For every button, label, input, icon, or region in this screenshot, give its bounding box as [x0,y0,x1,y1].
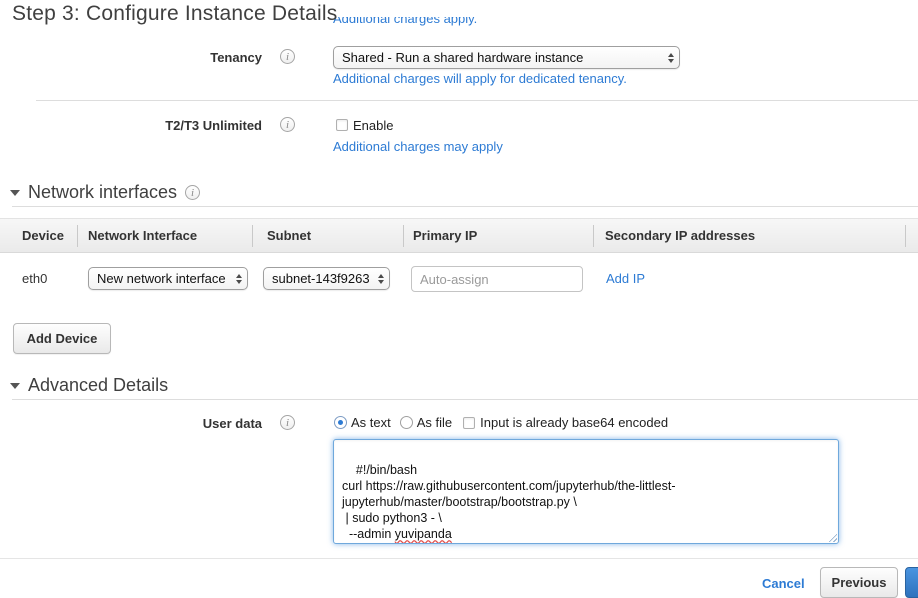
collapse-triangle-icon [10,190,20,196]
cancel-link[interactable]: Cancel [762,576,805,591]
tenancy-charges-link[interactable]: Additional charges will apply for dedica… [333,71,627,86]
network-interfaces-table-header: Device Network Interface Subnet Primary … [0,218,918,253]
as-file-label: As file [417,415,452,430]
advanced-details-title: Advanced Details [28,375,168,396]
review-and-launch-button[interactable] [905,567,918,598]
network-interfaces-header[interactable]: Network interfaces i [10,182,200,203]
previous-button[interactable]: Previous [820,567,898,598]
tenancy-select[interactable]: Shared - Run a shared hardware instance [333,46,680,69]
tenancy-info-icon[interactable]: i [280,49,295,64]
column-divider [905,225,906,247]
select-stepper-icon [378,274,384,284]
subnet-select-value: subnet-143f9263 [272,271,374,286]
add-ip-link[interactable]: Add IP [606,271,645,286]
base64-checkbox[interactable] [463,417,475,429]
t2t3-label: T2/T3 Unlimited [0,118,262,133]
additional-charges-apply-link[interactable]: Additional charges apply. [333,17,477,26]
user-data-textarea[interactable]: #!/bin/bash curl https://raw.githubuserc… [333,439,839,544]
as-text-radio[interactable] [334,416,347,429]
col-network-interface: Network Interface [88,228,197,243]
clipped-region: Additional charges apply. [333,17,477,30]
enable-checkbox-label: Enable [353,118,393,133]
configure-instance-page: Additional charges apply. Step 3: Config… [0,0,918,598]
divider [0,558,918,559]
col-device: Device [22,228,64,243]
column-divider [593,225,594,247]
divider [12,399,918,400]
advanced-details-header[interactable]: Advanced Details [10,375,168,396]
user-data-info-icon[interactable]: i [280,415,295,430]
collapse-triangle-icon [10,383,20,389]
user-data-misspelled-word: yuvipanda [395,527,452,541]
user-data-label: User data [0,416,262,431]
col-primary-ip: Primary IP [413,228,477,243]
tenancy-select-value: Shared - Run a shared hardware instance [342,50,664,65]
network-interface-select-value: New network interface [97,271,232,286]
add-device-button[interactable]: Add Device [13,323,111,354]
as-file-radio[interactable] [400,416,413,429]
column-divider [252,225,253,247]
device-cell: eth0 [22,271,47,286]
column-divider [403,225,404,247]
t2t3-info-icon[interactable]: i [280,117,295,132]
user-data-text: #!/bin/bash curl https://raw.githubuserc… [342,463,676,541]
col-subnet: Subnet [267,228,311,243]
col-secondary-ip: Secondary IP addresses [605,228,755,243]
network-interface-select[interactable]: New network interface [88,267,248,290]
subnet-select[interactable]: subnet-143f9263 [263,267,390,290]
network-interfaces-title: Network interfaces [28,182,177,203]
divider [36,100,918,101]
enable-checkbox[interactable] [336,119,348,131]
user-data-options: As text As file Input is already base64 … [334,415,668,430]
primary-ip-input[interactable] [411,266,583,292]
select-stepper-icon [236,274,242,284]
column-divider [77,225,78,247]
network-interfaces-info-icon[interactable]: i [185,185,200,200]
base64-label: Input is already base64 encoded [480,415,668,430]
as-text-label: As text [351,415,391,430]
page-title: Step 3: Configure Instance Details [12,2,337,26]
t2t3-charges-link[interactable]: Additional charges may apply [333,139,503,154]
tenancy-label: Tenancy [0,50,262,65]
divider [12,206,918,207]
select-stepper-icon [668,53,674,63]
